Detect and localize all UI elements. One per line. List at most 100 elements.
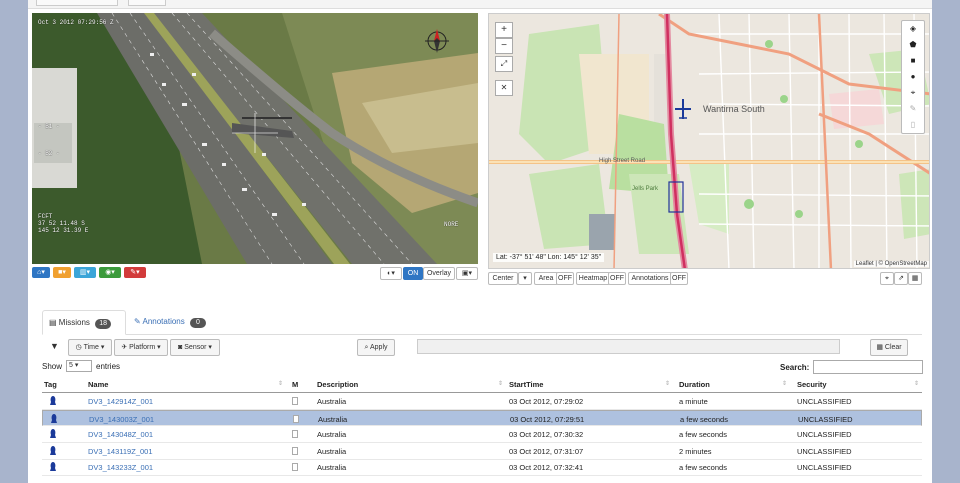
mission-start-time: 03 Oct 2012, 07:31:07: [509, 446, 584, 456]
draw-polygon-icon[interactable]: ⬟: [902, 37, 924, 53]
layers-icon[interactable]: ◈: [902, 21, 924, 37]
annotations-label[interactable]: Annotations: [628, 272, 672, 285]
filter-query-input[interactable]: [417, 339, 840, 354]
map-road-label: High Street Road: [599, 158, 646, 164]
edit-icon[interactable]: ✎: [902, 101, 924, 117]
document-icon[interactable]: [292, 430, 298, 438]
contrast-button[interactable]: ◐▾: [380, 267, 402, 280]
map-toolbar: Center ▾ Area OFF Heatmap OFF Annotation…: [488, 271, 930, 285]
grid-icon[interactable]: ▦: [908, 272, 922, 285]
platform-filter-button[interactable]: ✈ Platform ▾: [114, 339, 168, 356]
zoom-in-button[interactable]: +: [495, 22, 513, 38]
center-button[interactable]: Center: [488, 272, 518, 285]
search-input[interactable]: [813, 360, 923, 374]
app-window: Oct 3 2012 07:29:56 Z FCFT 37 52 11.48 S…: [28, 0, 932, 483]
document-icon[interactable]: [292, 463, 298, 471]
mission-duration: a few seconds: [679, 430, 727, 439]
map-view[interactable]: Wantirna South High Street Road Jells Pa…: [488, 13, 930, 269]
mission-security: UNCLASSIFIED: [797, 430, 852, 439]
view-options-button[interactable]: ▣▾: [456, 267, 478, 280]
sort-icon[interactable]: ⇕: [498, 380, 503, 387]
mission-name-link[interactable]: DV3_143233Z_001: [88, 463, 153, 472]
mission-description: Australia: [318, 414, 348, 424]
sensor-filter-button[interactable]: ◙ Sensor ▾: [170, 339, 220, 356]
mission-start-time: 03 Oct 2012, 07:29:51: [510, 414, 585, 424]
top-tab[interactable]: [36, 0, 118, 6]
chart-button[interactable]: ▥▾: [74, 267, 96, 278]
top-tab[interactable]: [128, 0, 166, 6]
entries-select[interactable]: 5 ▾: [66, 360, 92, 372]
table-row[interactable]: DV3_142914Z_001 Australia 03 Oct 2012, 07:…: [42, 393, 922, 410]
area-toggle[interactable]: OFF: [556, 272, 574, 285]
show-label: Show: [42, 362, 63, 371]
home-button[interactable]: ⌂▾: [32, 267, 50, 278]
annotations-count-badge: 0: [189, 318, 206, 328]
mission-description: Australia: [317, 463, 347, 472]
pencil-icon: ✎: [134, 317, 141, 326]
mission-duration: a minute: [679, 397, 708, 406]
table-row[interactable]: DV3_143003Z_001 Australia 03 Oct 2012, 07:…: [42, 409, 922, 426]
pin-icon[interactable]: ⌖: [880, 272, 894, 285]
video-feed[interactable]: Oct 3 2012 07:29:56 Z FCFT 37 52 11.48 S…: [32, 13, 478, 264]
sort-icon[interactable]: ⇕: [665, 380, 670, 387]
table-row[interactable]: DV3_143233Z_001 Australia 03 Oct 2012, 07:…: [42, 459, 922, 476]
sort-icon[interactable]: ⇕: [782, 380, 787, 387]
document-icon[interactable]: [292, 446, 298, 455]
column-security[interactable]: Security: [797, 380, 827, 389]
tag-icon: [51, 413, 57, 423]
column-name[interactable]: Name: [88, 380, 108, 389]
column-starttime[interactable]: StartTime: [509, 380, 543, 389]
document-icon[interactable]: [293, 414, 299, 423]
column-description[interactable]: Description: [317, 380, 358, 389]
heatmap-toggle[interactable]: OFF: [608, 272, 626, 285]
sort-icon[interactable]: ⇕: [914, 380, 919, 387]
tag-icon: [50, 445, 56, 455]
aerial-video-frame: [32, 13, 478, 264]
mission-name-link[interactable]: DV3_143048Z_001: [88, 430, 153, 439]
heatmap-label[interactable]: Heatmap: [576, 272, 610, 285]
mission-security: UNCLASSIFIED: [797, 446, 852, 456]
link-icon[interactable]: ⇗: [894, 272, 908, 285]
video-timestamp: Oct 3 2012 07:29:56 Z: [38, 19, 114, 26]
mission-name-link[interactable]: DV3_142914Z_001: [88, 397, 153, 406]
street-map: [489, 14, 929, 268]
camera-button[interactable]: ◉▾: [99, 267, 121, 278]
clear-button[interactable]: ▦ Clear: [870, 339, 908, 356]
table-row[interactable]: DV3_143048Z_001 Australia 03 Oct 2012, 07:…: [42, 426, 922, 443]
area-label[interactable]: Area: [534, 272, 558, 285]
draw-rectangle-icon[interactable]: ■: [902, 53, 924, 69]
time-filter-button[interactable]: ◷ Time ▾: [68, 339, 112, 356]
mission-start-time: 03 Oct 2012, 07:29:02: [509, 397, 584, 406]
close-map-icon[interactable]: ✕: [495, 80, 513, 96]
document-icon[interactable]: [292, 397, 298, 405]
annotations-toggle[interactable]: OFF: [670, 272, 688, 285]
mission-security: UNCLASSIFIED: [797, 397, 852, 406]
map-park-label: Jells Park: [632, 186, 659, 192]
sort-icon[interactable]: ⇕: [278, 380, 283, 387]
overlay-on-toggle[interactable]: ON: [403, 267, 423, 280]
marker-icon[interactable]: ⌖: [902, 85, 924, 101]
draw-circle-icon[interactable]: ●: [902, 69, 924, 85]
entries-label: entries: [96, 362, 121, 371]
tab-annotations[interactable]: ✎ Annotations 0: [128, 310, 220, 333]
column-m[interactable]: M: [292, 380, 298, 389]
mission-name-link[interactable]: DV3_143119Z_001: [88, 447, 153, 456]
mission-name-link[interactable]: DV3_143003Z_001: [89, 415, 154, 425]
map-attribution[interactable]: Leaflet | © OpenStreetMap: [853, 261, 929, 267]
pen-button[interactable]: ✎▾: [124, 267, 146, 278]
overlay-button[interactable]: Overlay: [423, 267, 455, 280]
table-row[interactable]: DV3_143119Z_001 Australia 03 Oct 2012, 07:…: [42, 443, 922, 460]
apply-button[interactable]: ⌕ Apply: [357, 339, 395, 356]
fullscreen-icon[interactable]: ⤢: [495, 56, 513, 72]
tag-icon: [50, 462, 56, 471]
delete-icon[interactable]: ▯: [902, 117, 924, 133]
column-tag[interactable]: Tag: [44, 380, 57, 389]
tab-missions[interactable]: ▤ Missions 18: [42, 310, 126, 335]
center-dropdown[interactable]: ▾: [518, 272, 532, 285]
column-duration[interactable]: Duration: [679, 380, 710, 389]
folder-button[interactable]: ■▾: [53, 267, 71, 278]
mission-start-time: 03 Oct 2012, 07:32:41: [509, 463, 584, 472]
zoom-out-button[interactable]: −: [495, 38, 513, 54]
tag-icon: [50, 396, 56, 405]
mission-security: UNCLASSIFIED: [798, 414, 853, 424]
